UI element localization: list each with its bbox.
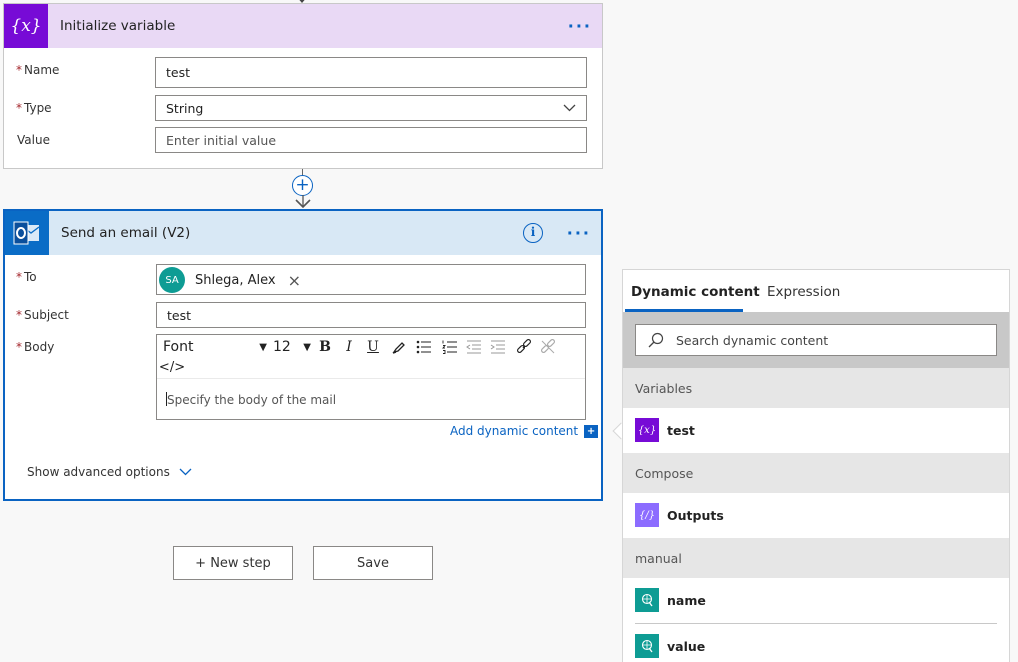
to-field[interactable]: SA Shlega, Alex × [156,264,586,295]
send-email-header[interactable]: Send an email (V2) i ··· [5,211,601,255]
compose-icon: {/} [635,503,659,527]
add-dynamic-content-link[interactable]: Add dynamic content + [450,424,599,438]
send-email-card: Send an email (V2) i ··· * To SA Shlega, … [3,209,603,501]
outlook-icon [5,211,49,255]
highlight-pen-icon[interactable] [389,338,409,356]
search-area: Search dynamic content [623,312,1009,368]
dynamic-item-name[interactable]: name [623,578,1009,622]
info-icon[interactable]: i [523,223,543,243]
editor-toolbar: Font ▼ 12 ▼ B I U </> [157,335,585,379]
underline-button[interactable]: U [363,338,383,356]
dynamic-item-label: Outputs [667,507,724,523]
avatar: SA [159,267,185,293]
decrease-indent-icon[interactable] [463,338,485,356]
dynamic-item-label: value [667,638,706,654]
recipient-name: Shlega, Alex [195,272,276,288]
section-header-manual: manual [623,538,1009,578]
bullet-list-icon[interactable] [413,338,435,356]
card-title: Send an email (V2) [61,225,191,241]
dynamic-item-label: name [667,592,706,608]
request-icon [635,588,659,612]
panel-tabs: Dynamic content Expression [623,270,1009,312]
remove-recipient-icon[interactable]: × [288,271,301,290]
variable-icon: {x} [4,4,48,48]
bold-button[interactable]: B [315,338,335,356]
font-size-select[interactable]: 12 ▼ [273,338,311,356]
chevron-down-icon [179,468,192,476]
body-editor[interactable]: Font ▼ 12 ▼ B I U </> Specify the body o… [156,334,586,420]
code-view-icon[interactable]: </> [159,358,185,376]
dynamic-item-outputs[interactable]: {/} Outputs [623,493,1009,537]
section-header-compose: Compose [623,453,1009,493]
tab-expression[interactable]: Expression [767,284,840,300]
dynamic-item-value[interactable]: value [623,624,1009,662]
add-step-plus-icon[interactable]: + [292,175,313,196]
new-step-button[interactable]: + New step [173,546,293,580]
search-placeholder: Search dynamic content [676,332,829,348]
italic-button[interactable]: I [339,338,359,356]
font-select[interactable]: Font ▼ [163,338,267,356]
name-label: * Name [16,63,60,77]
add-dynamic-icon: + [584,424,599,438]
initialize-variable-card: {x} Initialize variable ··· * Name test *… [3,3,603,169]
numbered-list-icon[interactable] [439,338,461,356]
variable-icon: {x} [635,418,659,442]
body-placeholder: Specify the body of the mail [167,393,337,407]
link-icon[interactable] [513,338,535,356]
search-icon [648,332,664,348]
show-advanced-options-toggle[interactable]: Show advanced options [27,465,192,479]
chevron-down-icon [563,104,576,112]
dynamic-item-label: test [667,422,695,438]
increase-indent-icon[interactable] [487,338,509,356]
more-options-icon[interactable]: ··· [567,224,591,243]
type-label: * Type [16,101,52,115]
card-title: Initialize variable [60,18,176,34]
search-input[interactable]: Search dynamic content [635,324,997,356]
dropdown-arrow-icon: ▼ [259,341,267,353]
add-dynamic-content-label: Add dynamic content [450,424,579,438]
value-label: Value [17,133,50,147]
tab-dynamic-content[interactable]: Dynamic content [631,284,760,300]
to-label: * To [16,270,37,284]
name-field[interactable]: test [155,57,587,88]
recipient-token[interactable]: SA Shlega, Alex × [159,267,301,293]
dynamic-item-test[interactable]: {x} test [623,408,1009,452]
dropdown-arrow-icon: ▼ [303,341,311,353]
subject-label: * Subject [16,308,69,322]
section-header-variables: Variables [623,368,1009,408]
show-advanced-label: Show advanced options [27,465,170,479]
unlink-icon[interactable] [537,338,559,356]
subject-field[interactable]: test [156,302,586,328]
body-label: * Body [16,340,55,354]
initialize-variable-header[interactable]: {x} Initialize variable ··· [4,4,602,48]
save-button[interactable]: Save [313,546,433,580]
value-input[interactable]: Enter initial value [155,127,587,153]
down-arrow-icon [295,195,311,208]
request-icon [635,634,659,658]
dynamic-content-panel: Dynamic content Expression Search dynami… [622,269,1010,662]
type-select[interactable]: String [155,95,587,121]
more-options-icon[interactable]: ··· [568,17,592,36]
